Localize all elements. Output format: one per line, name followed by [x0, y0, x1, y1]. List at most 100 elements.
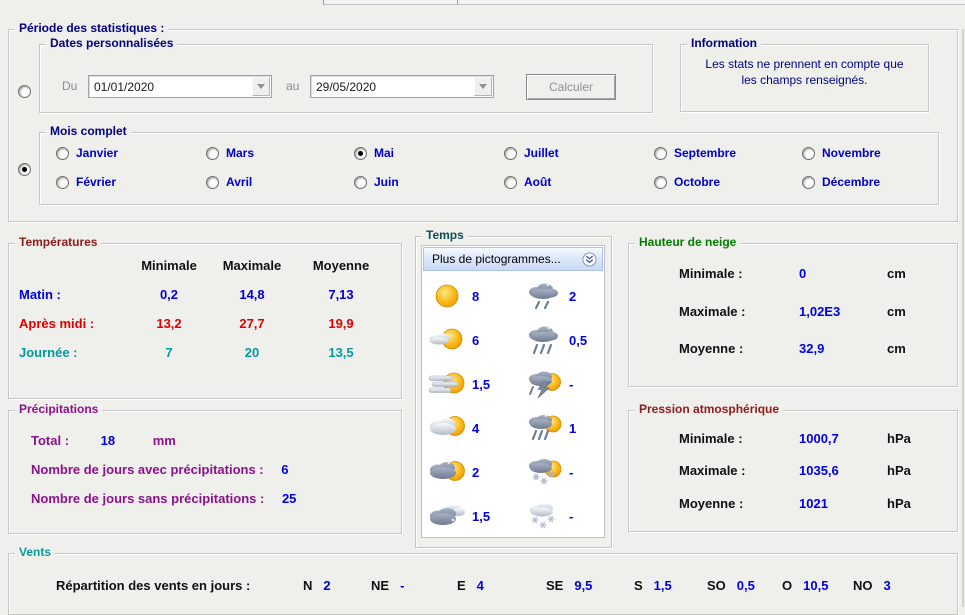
- pression-row-moyenne: Moyenne : 1021 hPa: [629, 496, 957, 512]
- pression-min-label: Minimale :: [679, 431, 743, 446]
- picto-count: -: [569, 464, 574, 480]
- chevron-down-icon: [257, 84, 265, 89]
- radio-icon: [654, 146, 667, 160]
- plus-pictogrammes-label: Plus de pictogrammes...: [432, 252, 561, 266]
- month-radio-juin[interactable]: Juin: [354, 175, 399, 189]
- vent-dir: S: [634, 578, 643, 593]
- pression-row-minimale: Minimale : 1000,7 hPa: [629, 431, 957, 447]
- group-temperatures-title: Températures: [15, 235, 102, 249]
- picto-snow-with-sun: -: [524, 450, 601, 494]
- cloud-with-sun-icon: [430, 416, 465, 436]
- precip-total-value: 18: [100, 433, 116, 448]
- precip-sans-line: Nombre de jours sans précipitations : 25: [31, 491, 296, 506]
- rain-with-sun-icon: [529, 414, 562, 441]
- vent-value: 9,5: [574, 578, 593, 593]
- month-label: Juin: [374, 175, 399, 189]
- group-temperatures: Températures Minimale Maximale Moyenne M…: [8, 235, 402, 399]
- journee-avg: 13,5: [328, 345, 354, 360]
- picto-count: 6: [472, 332, 480, 348]
- pression-avg-value: 1021: [799, 496, 828, 511]
- month-radio-aout[interactable]: Août: [504, 175, 551, 189]
- month-radio-avril[interactable]: Avril: [206, 175, 252, 189]
- picto-dark-clouds: 1,5: [427, 494, 524, 538]
- date-au-combobox[interactable]: 29/05/2020: [310, 75, 494, 98]
- month-radio-octobre[interactable]: Octobre: [654, 175, 720, 189]
- vent-no: NO 3: [853, 578, 891, 593]
- vent-e: E4: [457, 578, 484, 593]
- vent-value: 10,5: [803, 578, 829, 593]
- vent-dir: SE: [546, 578, 564, 593]
- vent-dir: SO: [707, 578, 726, 593]
- picto-grid: 8 2 6 0,5 1,5 - 4 1 2 - 1,5 -: [427, 274, 601, 538]
- month-radio-mai[interactable]: Mai: [354, 146, 394, 160]
- neige-row-minimale: Minimale : 0 cm: [629, 266, 957, 282]
- group-precipitations: Précipitations Total : 18 mm Nombre de j…: [8, 402, 402, 534]
- matin-min: 0,2: [159, 287, 179, 302]
- month-radio-mars[interactable]: Mars: [206, 146, 254, 160]
- month-radio-janvier[interactable]: Janvier: [56, 146, 118, 160]
- vent-dir: O: [782, 578, 793, 593]
- month-radio-septembre[interactable]: Septembre: [654, 146, 736, 160]
- date-du-dropdown-button[interactable]: [252, 77, 270, 96]
- pression-min-value: 1000,7: [799, 431, 839, 446]
- precip-avec-line: Nombre de jours avec précipitations : 6: [31, 462, 288, 477]
- panel-right-edge: [962, 29, 964, 607]
- col-header-moyenne: Moyenne: [312, 258, 370, 273]
- group-temps-title: Temps: [422, 228, 468, 242]
- radio-dates-personnalisees[interactable]: [18, 85, 31, 98]
- picto-cloud-with-sun: 4: [427, 406, 524, 450]
- radio-icon: [802, 175, 815, 189]
- precip-avec-value: 6: [281, 462, 289, 477]
- du-label: Du: [62, 79, 78, 93]
- vent-so: SO 0,5: [707, 578, 755, 593]
- calculer-button[interactable]: Calculer: [526, 74, 616, 100]
- group-neige-title: Hauteur de neige: [635, 235, 741, 249]
- information-text: Les stats ne prennent en compte que les …: [681, 57, 928, 88]
- month-radio-novembre[interactable]: Novembre: [802, 146, 881, 160]
- picto-count: 2: [472, 464, 480, 480]
- month-label: Février: [76, 175, 117, 189]
- vent-value: 2: [323, 578, 331, 593]
- apres-max: 27,7: [239, 316, 265, 331]
- radio-icon: [354, 175, 367, 189]
- month-label: Décembre: [822, 175, 881, 189]
- heavy-rain-icon: [529, 326, 558, 355]
- month-label: Juillet: [524, 146, 559, 160]
- picto-sun: 8: [427, 274, 524, 318]
- month-label: Août: [524, 175, 552, 189]
- pression-max-value: 1035,6: [799, 463, 839, 478]
- month-radio-decembre[interactable]: Décembre: [802, 175, 880, 189]
- month-radio-fevrier[interactable]: Février: [56, 175, 116, 189]
- neige-row-moyenne: Moyenne : 32,9 cm: [629, 341, 957, 357]
- picto-thunderstorm-sun: -: [524, 362, 601, 406]
- group-mois-title: Mois complet: [46, 124, 131, 138]
- group-information: Information Les stats ne prennent en com…: [680, 36, 929, 112]
- plus-pictogrammes-button[interactable]: Plus de pictogrammes...: [423, 247, 603, 271]
- thunderstorm-sun-icon: [529, 371, 561, 399]
- neige-max-value: 1,02E3: [799, 304, 841, 319]
- neige-avg-unit: cm: [887, 341, 906, 356]
- picto-count: 1: [569, 420, 577, 436]
- pression-avg-label: Moyenne :: [679, 496, 744, 511]
- group-dates-personnalisees: Dates personnalisées Du 01/01/2020 au 29…: [39, 36, 653, 113]
- picto-sun-with-wind: 1,5: [427, 362, 524, 406]
- journee-max: 20: [244, 345, 260, 360]
- sun-with-small-cloud-icon: [429, 328, 463, 350]
- month-radio-juillet[interactable]: Juillet: [504, 146, 559, 160]
- radio-icon: [504, 146, 517, 160]
- radio-mois-complet[interactable]: [18, 163, 31, 176]
- group-pression: Pression atmosphérique Minimale : 1000,7…: [628, 402, 958, 532]
- vent-n: N2: [303, 578, 331, 593]
- vent-dir: NO: [853, 578, 873, 593]
- date-au-dropdown-button[interactable]: [474, 77, 492, 96]
- date-au-value: 29/05/2020: [316, 80, 377, 94]
- group-temps: Temps Plus de pictogrammes... 8 2 6 0,5 …: [415, 228, 612, 548]
- picto-count: 0,5: [569, 332, 588, 348]
- vent-dir: N: [303, 578, 313, 593]
- group-information-title: Information: [687, 36, 761, 50]
- picto-count: -: [569, 508, 574, 524]
- date-du-combobox[interactable]: 01/01/2020: [88, 75, 272, 98]
- group-precipitations-title: Précipitations: [15, 402, 103, 416]
- neige-max-label: Maximale :: [679, 304, 746, 319]
- group-periode-statistiques: Période des statistiques : Dates personn…: [8, 21, 958, 222]
